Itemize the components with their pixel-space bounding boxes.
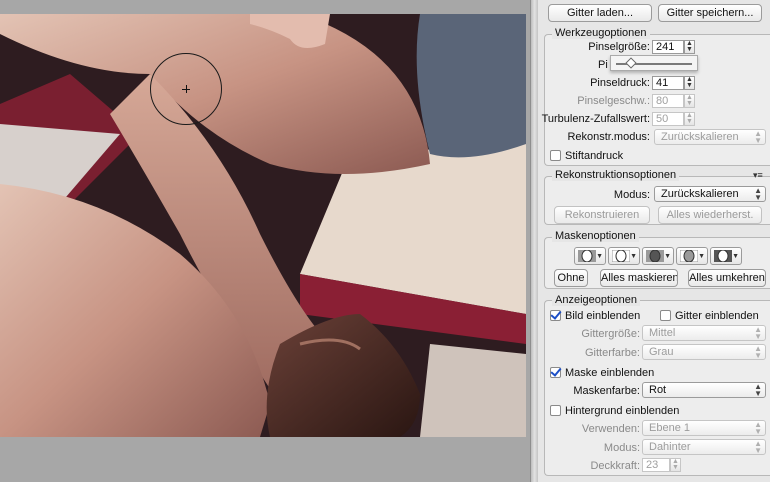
checkbox-checked-icon: [550, 367, 561, 378]
use-layer-label: Verwenden:: [581, 423, 640, 435]
use-layer-value: Ebene 1: [649, 422, 690, 434]
chevron-updown-icon: ▲ ▼: [754, 382, 762, 398]
brush-density-label: Pi: [598, 59, 608, 71]
mask-intersect-button[interactable]: ▼: [676, 247, 708, 265]
show-grid-label: Gitter einblenden: [675, 310, 759, 322]
checkbox-icon: [550, 405, 561, 416]
mask-color-value: Rot: [649, 384, 667, 396]
brush-size-slider-thumb[interactable]: [625, 57, 637, 69]
backdrop-mode-label: Modus:: [603, 442, 640, 454]
brush-size-slider-track[interactable]: [616, 57, 692, 69]
reconstruct-options-title: Rekonstruktionsoptionen: [552, 169, 680, 181]
show-backdrop-checkbox[interactable]: Hintergrund einblenden: [550, 405, 679, 417]
tool-options-title: Werkzeugoptionen: [552, 27, 650, 39]
mask-subtract-icon: [646, 250, 664, 262]
mask-replace-icon: [578, 250, 596, 262]
chevron-updown-icon: ▲ ▼: [754, 344, 762, 360]
reconstruct-mode-select[interactable]: Zurückskalieren ▲ ▼: [654, 129, 766, 145]
mask-color-select[interactable]: Rot ▲ ▼: [642, 382, 766, 398]
backdrop-mode-value: Dahinter: [649, 441, 691, 453]
mask-subtract-button[interactable]: ▼: [642, 247, 674, 265]
crosshair-vertical: [186, 85, 187, 93]
show-backdrop-label: Hintergrund einblenden: [565, 405, 680, 417]
backdrop-mode-select[interactable]: Dahinter ▲ ▼: [642, 439, 766, 455]
options-panel: Gitter laden... Gitter speichern... Werk…: [538, 0, 770, 482]
chevron-updown-icon: ▲ ▼: [754, 129, 762, 145]
brush-pressure-stepper[interactable]: ▲ ▼: [684, 76, 695, 90]
grid-color-label: Gitterfarbe:: [584, 347, 640, 359]
turbulence-label: Turbulenz-Zufallswert:: [541, 113, 650, 125]
mask-invert-button[interactable]: ▼: [710, 247, 742, 265]
save-grid-button[interactable]: Gitter speichern...: [658, 4, 762, 22]
mask-invert-icon: [714, 250, 732, 262]
checkbox-checked-icon: [550, 310, 561, 321]
reconstruct-mode-value: Zurückskalieren: [661, 131, 739, 143]
chevron-updown-icon: ▲ ▼: [754, 439, 762, 455]
brush-rate-stepper[interactable]: ▲ ▼: [684, 94, 695, 108]
brush-size-label: Pinselgröße:: [588, 41, 650, 53]
turbulence-input[interactable]: 50: [652, 112, 684, 126]
panel-divider[interactable]: [530, 0, 538, 482]
photo-preview[interactable]: [0, 14, 526, 437]
show-mask-label: Maske einblenden: [565, 367, 655, 379]
grid-color-select[interactable]: Grau ▲ ▼: [642, 344, 766, 360]
chevron-updown-icon: ▲ ▼: [754, 420, 762, 436]
grid-color-value: Grau: [649, 346, 674, 358]
opacity-input[interactable]: 23: [642, 458, 670, 472]
mask-all-button[interactable]: Alles maskieren: [600, 269, 678, 287]
stylus-pressure-checkbox[interactable]: Stiftandruck: [550, 150, 623, 162]
mask-intersect-icon: [680, 250, 698, 262]
brush-rate-input[interactable]: 80: [652, 94, 684, 108]
opacity-label: Deckkraft:: [590, 460, 640, 472]
brush-cursor: [150, 53, 222, 125]
stylus-pressure-label: Stiftandruck: [565, 150, 624, 162]
reconstruct-mode2-label: Modus:: [613, 189, 650, 201]
brush-rate-label: Pinselgeschw.:: [577, 95, 650, 107]
mask-color-label: Maskenfarbe:: [573, 385, 640, 397]
canvas-area[interactable]: [0, 0, 530, 482]
reconstruct-mode2-select[interactable]: Zurückskalieren ▲ ▼: [654, 186, 766, 202]
view-options-title: Anzeigeoptionen: [552, 294, 640, 306]
panel-menu-icon[interactable]: ▾≡: [753, 170, 763, 181]
grid-size-select[interactable]: Mittel ▲ ▼: [642, 325, 766, 341]
checkbox-icon: [660, 310, 671, 321]
mask-none-button[interactable]: Ohne: [554, 269, 588, 287]
reconstruct-mode2-value: Zurückskalieren: [661, 188, 739, 200]
mask-add-icon: [612, 250, 630, 262]
turbulence-stepper[interactable]: ▲ ▼: [684, 112, 695, 126]
brush-size-stepper[interactable]: ▲ ▼: [684, 40, 695, 54]
checkbox-icon: [550, 150, 561, 161]
brush-size-slider-popup: [610, 55, 698, 71]
show-image-checkbox[interactable]: Bild einblenden: [550, 310, 640, 322]
photo-image: [0, 14, 526, 437]
opacity-stepper[interactable]: ▲ ▼: [670, 458, 681, 472]
show-image-label: Bild einblenden: [565, 310, 641, 322]
reconstruct-mode-label: Rekonstr.modus:: [567, 131, 650, 143]
invert-all-button[interactable]: Alles umkehren: [688, 269, 766, 287]
mask-replace-button[interactable]: ▼: [574, 247, 606, 265]
reconstruct-button[interactable]: Rekonstruieren: [554, 206, 650, 224]
brush-size-input[interactable]: 241: [652, 40, 684, 54]
grid-size-value: Mittel: [649, 327, 676, 339]
chevron-updown-icon: ▲ ▼: [754, 186, 762, 202]
brush-pressure-input[interactable]: 41: [652, 76, 684, 90]
grid-size-label: Gittergröße:: [581, 328, 640, 340]
brush-pressure-label: Pinseldruck:: [590, 77, 650, 89]
show-grid-checkbox[interactable]: Gitter einblenden: [660, 310, 759, 322]
chevron-updown-icon: ▲ ▼: [754, 325, 762, 341]
mask-options-title: Maskenoptionen: [552, 230, 639, 242]
load-grid-button[interactable]: Gitter laden...: [548, 4, 652, 22]
restore-all-button[interactable]: Alles wiederherst.: [658, 206, 762, 224]
show-mask-checkbox[interactable]: Maske einblenden: [550, 367, 654, 379]
mask-add-button[interactable]: ▼: [608, 247, 640, 265]
use-layer-select[interactable]: Ebene 1 ▲ ▼: [642, 420, 766, 436]
